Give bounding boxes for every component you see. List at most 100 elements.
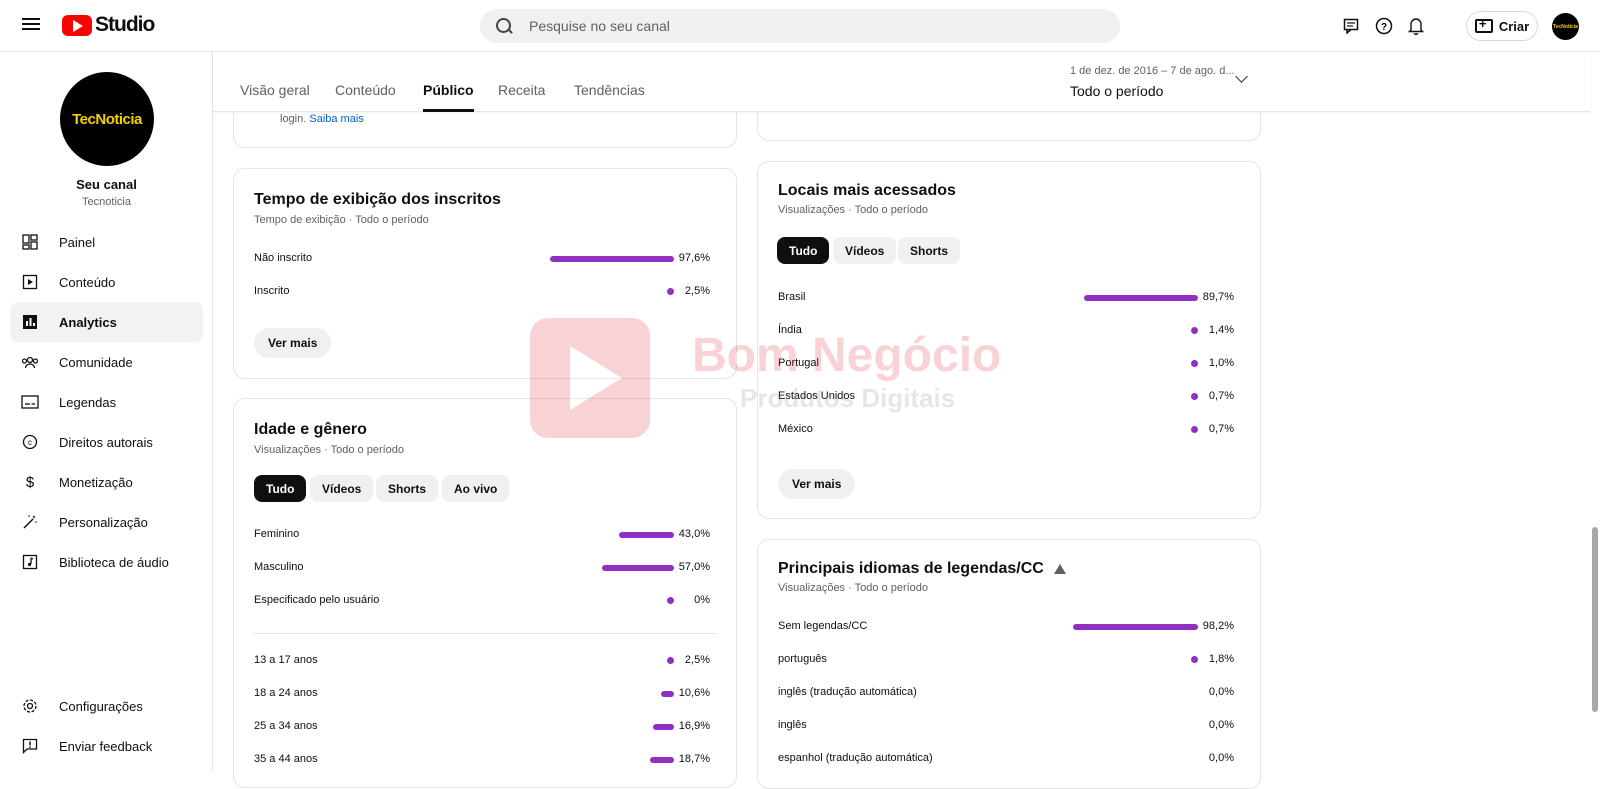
row-value: 43,0%: [678, 528, 710, 540]
scroll-thumb[interactable]: [1592, 527, 1598, 712]
svg-text:c: c: [28, 438, 32, 447]
list-item: Masculino 57,0%: [254, 558, 716, 578]
tab-receita[interactable]: Receita: [498, 82, 545, 98]
row-value: 0,0%: [1208, 686, 1234, 698]
row-label: inglês: [778, 719, 807, 731]
sidebar-item-label: Personalização: [59, 514, 148, 530]
sidebar-item-personalizacao[interactable]: Personalização: [10, 502, 203, 542]
tab-publico[interactable]: Público: [423, 82, 474, 112]
row-dot: [1191, 393, 1198, 400]
list-item: 35 a 44 anos 18,7%: [254, 750, 716, 770]
chip-videos[interactable]: Vídeos: [833, 237, 897, 264]
list-item: México 0,7%: [778, 420, 1240, 440]
notifications-icon[interactable]: [1405, 15, 1427, 37]
sidebar-item-label: Enviar feedback: [59, 738, 153, 754]
sidebar-item-analytics[interactable]: Analytics: [10, 302, 203, 342]
see-more-button[interactable]: Ver mais: [778, 469, 856, 499]
see-more-button[interactable]: Ver mais: [254, 328, 332, 358]
comments-icon[interactable]: [1340, 15, 1362, 37]
tab-conteudo[interactable]: Conteúdo: [335, 82, 396, 98]
date-range-selector[interactable]: 1 de dez. de 2016 – 7 de ago. d... Todo …: [1070, 65, 1235, 99]
chip-tudo[interactable]: Tudo: [777, 237, 830, 264]
sidebar-item-direitos-autorais[interactable]: c Direitos autorais: [10, 422, 203, 462]
warning-icon[interactable]: [1053, 564, 1066, 574]
date-range-main: Todo o período: [1070, 83, 1164, 99]
row-bar: [1084, 295, 1198, 301]
sidebar-item-legendas[interactable]: Legendas: [10, 382, 203, 422]
sidebar-item-label: Comunidade: [59, 354, 133, 370]
row-value: 18,7%: [678, 753, 710, 765]
learn-more-link[interactable]: Saiba mais: [309, 113, 363, 125]
date-range-sub: 1 de dez. de 2016 – 7 de ago. d...: [1070, 65, 1235, 77]
chip-tudo[interactable]: Tudo: [254, 475, 307, 502]
audio-library-icon: [20, 552, 40, 572]
row-dot: [667, 597, 674, 604]
row-label: Brasil: [778, 291, 806, 303]
row-bar: [661, 691, 674, 697]
chip-shorts[interactable]: Shorts: [898, 237, 961, 264]
list-item: inglês 0,0%: [778, 716, 1240, 736]
row-value: 16,9%: [678, 720, 710, 732]
list-item: Portugal 1,0%: [778, 354, 1240, 374]
row-bar: [1073, 624, 1198, 630]
card-subtitle: Tempo de exibição · Todo o período: [254, 214, 429, 226]
list-item: espanhol (tradução automática) 0,0%: [778, 749, 1240, 769]
list-item: Brasil 89,7%: [778, 288, 1240, 308]
chip-videos[interactable]: Vídeos: [310, 475, 374, 502]
row-value: 2,5%: [684, 285, 710, 297]
card-title: Tempo de exibição dos inscritos: [254, 191, 501, 208]
sidebar-item-label: Biblioteca de áudio: [59, 554, 169, 570]
row-label: Portugal: [778, 357, 819, 369]
list-item: Índia 1,4%: [778, 321, 1240, 341]
sidebar-item-comunidade[interactable]: Comunidade: [10, 342, 203, 382]
chip-shorts[interactable]: Shorts: [376, 475, 439, 502]
row-value: 97,6%: [678, 252, 710, 264]
sidebar-item-monetizacao[interactable]: $ Monetização: [10, 462, 203, 502]
list-item: Sem legendas/CC 98,2%: [778, 617, 1240, 637]
sidebar-item-configuracoes[interactable]: Configurações: [10, 686, 203, 726]
row-value: 0,0%: [1208, 719, 1234, 731]
sidebar-item-label: Analytics: [59, 314, 117, 330]
studio-logo[interactable]: Studio: [62, 13, 155, 37]
row-label: Estados Unidos: [778, 390, 856, 402]
list-item: Não inscrito 97,6%: [254, 249, 716, 269]
sidebar-item-label: Direitos autorais: [59, 434, 153, 450]
row-bar: [550, 256, 674, 262]
account-avatar[interactable]: TecNoticia: [1552, 13, 1579, 40]
tab-tendencias[interactable]: Tendências: [574, 82, 645, 98]
channel-avatar-text: TecNoticia: [72, 110, 142, 128]
row-label: português: [778, 653, 827, 665]
subscribers-watch-time-card: Tempo de exibição dos inscritos Tempo de…: [233, 168, 737, 379]
create-video-icon: [1474, 16, 1493, 33]
dashboard-icon: [20, 232, 40, 252]
list-item: inglês (tradução automática) 0,0%: [778, 683, 1240, 703]
row-label: Masculino: [254, 561, 304, 573]
sidebar: TecNoticia Seu canal Tecnoticia Painel C…: [0, 52, 213, 772]
row-label: Sem legendas/CC: [778, 620, 868, 632]
analytics-icon: [20, 312, 40, 332]
sidebar-item-conteudo[interactable]: Conteúdo: [10, 262, 203, 302]
sidebar-item-painel[interactable]: Painel: [10, 222, 203, 262]
search-icon[interactable]: [495, 17, 513, 35]
analytics-tabs-bar: Visão geral Conteúdo Público Receita Ten…: [213, 52, 1590, 112]
page-scrollbar[interactable]: [1590, 52, 1600, 772]
age-gender-card: Idade e gênero Visualizações · Todo o pe…: [233, 398, 737, 788]
card-title: Locais mais acessados: [778, 182, 956, 199]
menu-icon[interactable]: [20, 15, 42, 37]
search-input[interactable]: [529, 18, 1089, 34]
sidebar-item-biblioteca-de-audio[interactable]: Biblioteca de áudio: [10, 542, 203, 582]
card-subtitle: Visualizações · Todo o período: [254, 444, 405, 456]
card-subtitle: Visualizações · Todo o período: [778, 582, 929, 594]
community-icon: [20, 352, 40, 372]
search-bar[interactable]: [480, 9, 1120, 43]
chip-ao-vivo[interactable]: Ao vivo: [442, 475, 510, 502]
help-icon[interactable]: ?: [1373, 15, 1395, 37]
sidebar-item-label: Legendas: [59, 394, 117, 410]
chevron-down-icon[interactable]: [1235, 70, 1248, 83]
sidebar-item-enviar-feedback[interactable]: Enviar feedback: [10, 726, 203, 766]
card-title: Idade e gênero: [254, 421, 367, 438]
row-bar: [602, 565, 674, 571]
channel-avatar[interactable]: TecNoticia: [60, 72, 154, 166]
tab-visao-geral[interactable]: Visão geral: [240, 82, 310, 98]
create-button[interactable]: Criar: [1466, 11, 1538, 41]
